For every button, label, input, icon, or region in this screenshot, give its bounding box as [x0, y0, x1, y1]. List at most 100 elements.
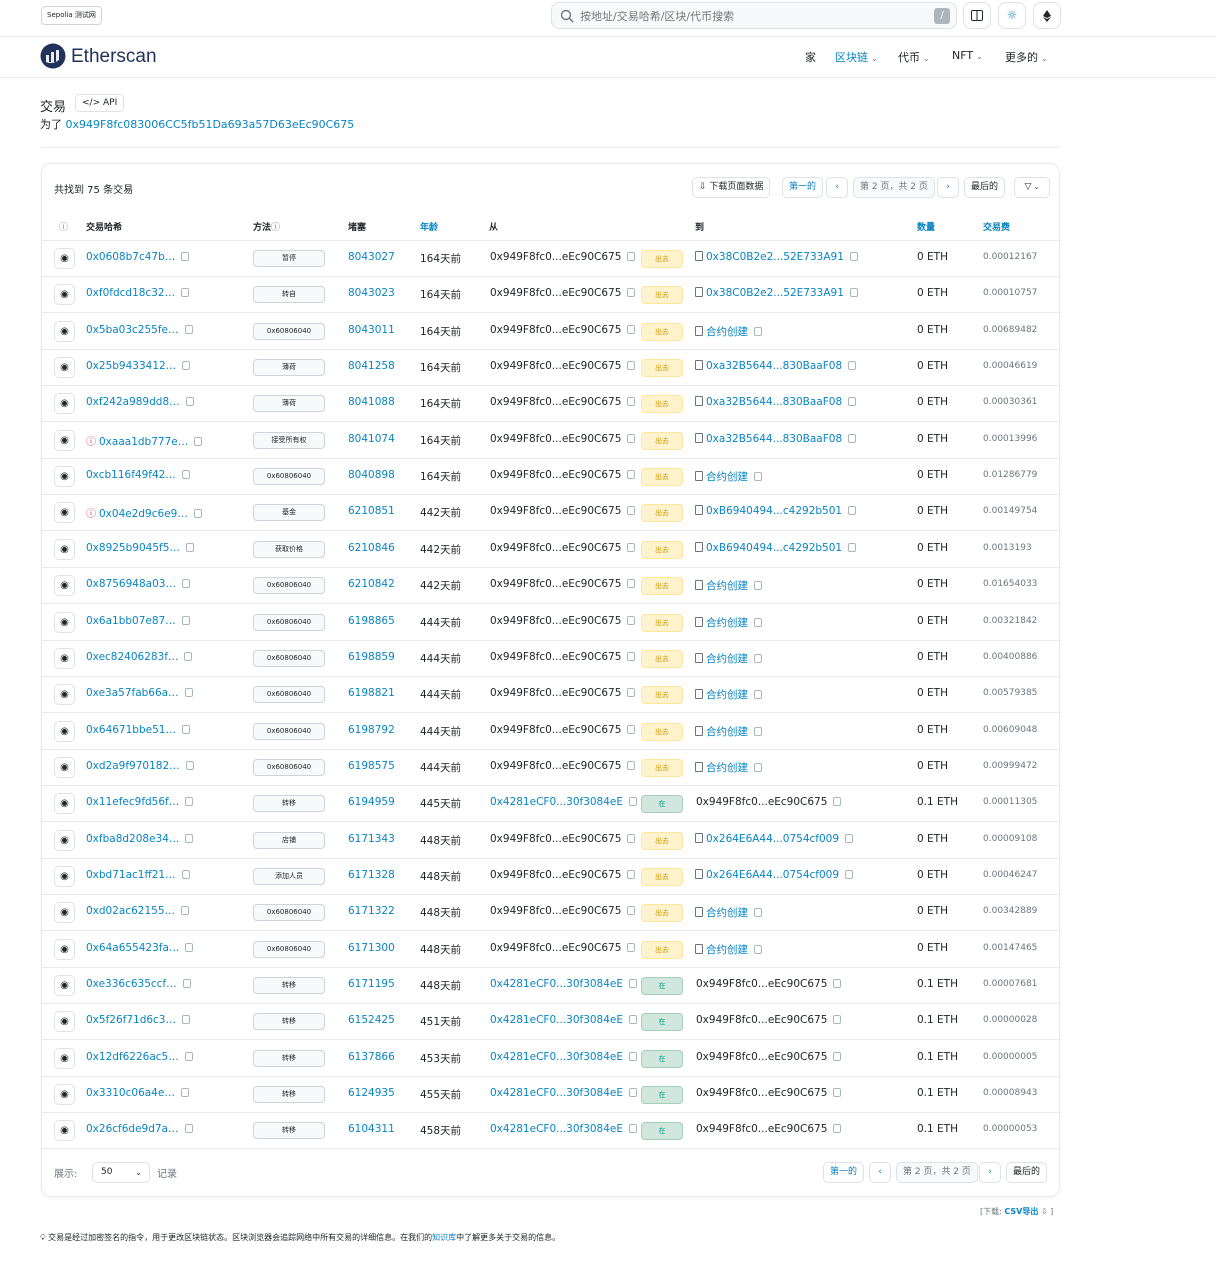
nav-tokens[interactable]: 代币 ⌄	[898, 49, 930, 65]
copy-icon[interactable]	[185, 942, 194, 952]
tx-hash-link[interactable]: 0x64a655423fa…	[86, 942, 179, 954]
copy-icon[interactable]	[181, 869, 190, 879]
tx-hash-link[interactable]: 0xaaa1db777e…	[99, 436, 188, 448]
eye-icon[interactable]: ◉	[54, 320, 75, 342]
copy-icon[interactable]	[181, 288, 190, 298]
block-link[interactable]: 6210842	[348, 578, 395, 590]
eye-icon[interactable]: ◉	[54, 756, 75, 778]
address-link[interactable]: 0x949F8fc083006CC5fb51Da693a57D63eEc90C6…	[66, 118, 355, 131]
block-link[interactable]: 6198859	[348, 651, 395, 663]
copy-icon[interactable]	[627, 615, 636, 625]
eye-icon[interactable]: ◉	[54, 1047, 75, 1069]
eye-icon[interactable]: ◉	[54, 611, 75, 633]
copy-icon[interactable]	[754, 908, 762, 918]
copy-icon[interactable]	[185, 760, 194, 770]
nav-blockchain[interactable]: 区块链 ⌄	[835, 49, 878, 65]
eye-icon[interactable]: ◉	[54, 902, 75, 924]
eye-icon[interactable]: ◉	[54, 429, 75, 451]
block-link[interactable]: 8043027	[348, 251, 395, 263]
from-address[interactable]: 0x4281eCF0...30f3084eE	[490, 978, 623, 990]
theme-sun-icon[interactable]: ☼	[998, 2, 1026, 29]
block-link[interactable]: 8041258	[348, 360, 395, 372]
copy-icon[interactable]	[848, 397, 857, 407]
knowledge-base-link[interactable]: 知识库	[432, 1233, 456, 1242]
block-link[interactable]: 6198865	[348, 615, 395, 627]
eye-icon[interactable]: ◉	[54, 466, 75, 488]
eye-icon[interactable]: ◉	[54, 793, 75, 815]
footer-prev-page-button[interactable]: ‹	[869, 1162, 891, 1183]
tx-hash-link[interactable]: 0xd02ac62155…	[86, 905, 175, 917]
copy-icon[interactable]	[184, 1124, 193, 1134]
to-address[interactable]: 0x38C0B2e2...52E733A91	[706, 287, 844, 299]
copy-icon[interactable]	[754, 653, 762, 663]
block-link[interactable]: 6198821	[348, 687, 395, 699]
footer-first-page-button[interactable]: 第一的	[823, 1162, 865, 1183]
tx-hash-link[interactable]: 0xd2a9f970182…	[86, 760, 180, 772]
from-address[interactable]: 0x4281eCF0...30f3084eE	[490, 796, 623, 808]
to-address[interactable]: 0x264E6A44...0754cf009	[706, 869, 839, 881]
eye-icon[interactable]: ◉	[54, 975, 75, 996]
copy-icon[interactable]	[181, 906, 190, 916]
nav-more[interactable]: 更多的 ⌄	[1005, 49, 1048, 65]
copy-icon[interactable]	[182, 979, 191, 988]
eye-icon[interactable]: ◉	[54, 575, 75, 597]
block-link[interactable]: 6152425	[348, 1014, 395, 1026]
to-address[interactable]: 合约创建	[706, 726, 748, 738]
tx-hash-link[interactable]: 0x5ba03c255fe…	[86, 324, 179, 336]
copy-icon[interactable]	[833, 1088, 842, 1098]
col-amount[interactable]: 数量	[917, 220, 935, 233]
block-link[interactable]: 6171343	[348, 833, 395, 845]
eye-icon[interactable]: ◉	[54, 1011, 75, 1033]
copy-icon[interactable]	[185, 797, 194, 807]
wallet-icon[interactable]	[963, 2, 991, 29]
copy-icon[interactable]	[849, 252, 858, 261]
api-button[interactable]: </> API	[75, 94, 125, 112]
copy-icon[interactable]	[833, 979, 842, 988]
to-address[interactable]: 合约创建	[706, 689, 748, 701]
copy-icon[interactable]	[185, 542, 194, 552]
from-address[interactable]: 0x4281eCF0...30f3084eE	[490, 1123, 623, 1135]
copy-icon[interactable]	[627, 688, 636, 698]
eye-icon[interactable]: ◉	[54, 248, 75, 269]
copy-icon[interactable]	[754, 944, 762, 954]
copy-icon[interactable]	[627, 869, 636, 879]
download-page-data-button[interactable]: ⇩ 下载页面数据	[692, 177, 771, 198]
block-link[interactable]: 6137866	[348, 1051, 395, 1063]
copy-icon[interactable]	[627, 252, 636, 261]
copy-icon[interactable]	[182, 361, 191, 371]
block-link[interactable]: 6171322	[348, 905, 395, 917]
copy-icon[interactable]	[627, 397, 636, 407]
info-icon[interactable]: ⓘ	[271, 223, 280, 233]
copy-icon[interactable]	[754, 762, 762, 772]
tx-hash-link[interactable]: 0x25b9433412…	[86, 360, 176, 372]
eye-icon[interactable]: ◉	[54, 357, 75, 379]
from-address[interactable]: 0x4281eCF0...30f3084eE	[490, 1051, 623, 1063]
copy-icon[interactable]	[627, 833, 636, 843]
to-address[interactable]: 0x38C0B2e2...52E733A91	[706, 251, 844, 263]
block-link[interactable]: 6104311	[348, 1123, 395, 1135]
footer-next-page-button[interactable]: ›	[979, 1162, 1001, 1183]
copy-icon[interactable]	[193, 509, 202, 519]
tx-hash-link[interactable]: 0x0608b7c47b…	[86, 251, 175, 263]
to-address[interactable]: 0xa32B5644...830BaaF08	[706, 360, 842, 372]
copy-icon[interactable]	[754, 326, 762, 336]
copy-icon[interactable]	[754, 581, 762, 591]
copy-icon[interactable]	[833, 797, 842, 807]
block-link[interactable]: 8040898	[348, 469, 395, 481]
copy-icon[interactable]	[627, 506, 636, 516]
copy-icon[interactable]	[184, 688, 193, 698]
block-link[interactable]: 8043011	[348, 324, 395, 336]
to-address[interactable]: 0x264E6A44...0754cf009	[706, 833, 839, 845]
copy-icon[interactable]	[833, 1051, 842, 1061]
copy-icon[interactable]	[629, 1124, 638, 1134]
to-address[interactable]: 合约创建	[706, 471, 748, 483]
to-address[interactable]: 合约创建	[706, 907, 748, 919]
tx-hash-link[interactable]: 0x6a1bb07e87…	[86, 615, 176, 627]
network-badge[interactable]: Sepolia 测试网	[41, 6, 102, 25]
copy-icon[interactable]	[627, 542, 636, 552]
eye-icon[interactable]: ◉	[54, 1120, 75, 1142]
copy-icon[interactable]	[848, 433, 857, 443]
copy-icon[interactable]	[629, 1051, 638, 1061]
copy-icon[interactable]	[627, 906, 636, 916]
eye-icon[interactable]: ◉	[54, 1084, 75, 1106]
